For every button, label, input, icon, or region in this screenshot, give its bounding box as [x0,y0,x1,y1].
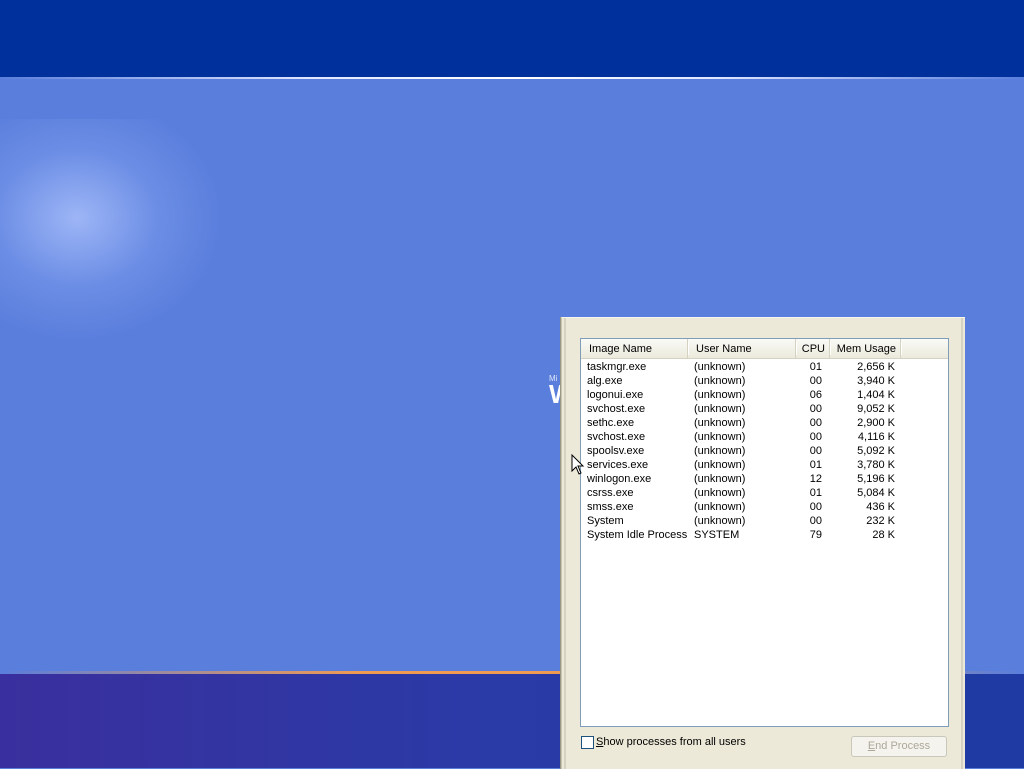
column-header-image-name[interactable]: Image Name [581,339,689,358]
process-user-name: (unknown) [694,501,746,513]
process-mem-usage: 2,656 K [857,361,895,373]
process-mem-usage: 3,940 K [857,375,895,387]
process-cpu: 00 [809,431,822,443]
process-image-name: csrss.exe [587,487,634,499]
process-row[interactable]: spoolsv.exe (unknown) 00 5,092 K [581,444,948,458]
end-process-button[interactable]: End Process [851,736,947,757]
process-cpu: 01 [809,487,822,499]
process-cpu: 00 [809,445,822,457]
process-user-name: (unknown) [694,487,746,499]
process-user-name: (unknown) [694,389,746,401]
process-cpu: 00 [809,403,822,415]
process-row[interactable]: taskmgr.exe (unknown) 01 2,656 K [581,360,948,374]
process-user-name: SYSTEM [694,529,740,541]
process-cpu: 06 [809,389,822,401]
show-all-label-rest: how processes from all users [603,736,746,748]
process-mem-usage: 2,900 K [857,417,895,429]
arrow-cursor-icon [571,454,585,475]
process-list[interactable]: Image Name User Name CPU Mem Usage taskm… [580,338,949,727]
process-mem-usage: 436 K [866,501,895,513]
process-user-name: (unknown) [694,431,746,443]
task-manager-window: Image Name User Name CPU Mem Usage taskm… [561,317,965,769]
column-header-cpu[interactable]: CPU [796,339,831,358]
end-process-label-rest: nd Process [875,740,931,752]
column-header-mem-usage[interactable]: Mem Usage [830,339,902,358]
process-user-name: (unknown) [694,375,746,387]
process-row[interactable]: System (unknown) 00 232 K [581,514,948,528]
process-row[interactable]: logonui.exe (unknown) 06 1,404 K [581,388,948,402]
list-header: Image Name User Name CPU Mem Usage [581,339,948,359]
process-user-name: (unknown) [694,445,746,457]
process-rows: taskmgr.exe (unknown) 01 2,656 K alg.exe (unk… [581,360,948,542]
process-user-name: (unknown) [694,361,746,373]
process-row[interactable]: smss.exe (unknown) 00 436 K [581,500,948,514]
process-mem-usage: 9,052 K [857,403,895,415]
process-image-name: System Idle Process [587,529,688,541]
process-image-name: winlogon.exe [587,473,652,485]
column-header-user-name[interactable]: User Name [688,339,797,358]
process-cpu: 00 [809,515,822,527]
process-row[interactable]: svchost.exe (unknown) 00 4,116 K [581,430,948,444]
process-mem-usage: 232 K [866,515,895,527]
process-cpu: 79 [809,529,822,541]
process-image-name: svchost.exe [587,431,646,443]
process-mem-usage: 5,084 K [857,487,895,499]
process-image-name: sethc.exe [587,417,635,429]
process-mem-usage: 4,116 K [857,431,895,443]
process-user-name: (unknown) [694,473,746,485]
process-row[interactable]: sethc.exe (unknown) 00 2,900 K [581,416,948,430]
process-cpu: 00 [809,501,822,513]
process-cpu: 00 [809,417,822,429]
process-row[interactable]: svchost.exe (unknown) 00 9,052 K [581,402,948,416]
process-user-name: (unknown) [694,403,746,415]
process-mem-usage: 5,196 K [857,473,895,485]
process-row[interactable]: winlogon.exe (unknown) 12 5,196 K [581,472,948,486]
process-row[interactable]: csrss.exe (unknown) 01 5,084 K [581,486,948,500]
process-mem-usage: 28 K [872,529,895,541]
process-mem-usage: 3,780 K [857,459,895,471]
process-row[interactable]: System Idle Process SYSTEM 79 28 K [581,528,948,542]
process-cpu: 12 [809,473,822,485]
process-image-name: System [587,515,624,527]
process-image-name: taskmgr.exe [587,361,647,373]
process-image-name: smss.exe [587,501,634,513]
show-all-checkbox[interactable] [581,736,594,749]
process-image-name: logonui.exe [587,389,644,401]
process-user-name: (unknown) [694,417,746,429]
process-cpu: 01 [809,459,822,471]
process-cpu: 00 [809,375,822,387]
process-image-name: svchost.exe [587,403,646,415]
top-band [0,0,1024,78]
process-image-name: spoolsv.exe [587,445,645,457]
process-mem-usage: 5,092 K [857,445,895,457]
process-user-name: (unknown) [694,515,746,527]
light-glow [0,119,220,339]
process-row[interactable]: alg.exe (unknown) 00 3,940 K [581,374,948,388]
process-row[interactable]: services.exe (unknown) 01 3,780 K [581,458,948,472]
process-mem-usage: 1,404 K [857,389,895,401]
process-image-name: services.exe [587,459,649,471]
process-image-name: alg.exe [587,375,623,387]
process-user-name: (unknown) [694,459,746,471]
show-all-label[interactable]: Show processes from all users [596,736,746,748]
process-cpu: 01 [809,361,822,373]
